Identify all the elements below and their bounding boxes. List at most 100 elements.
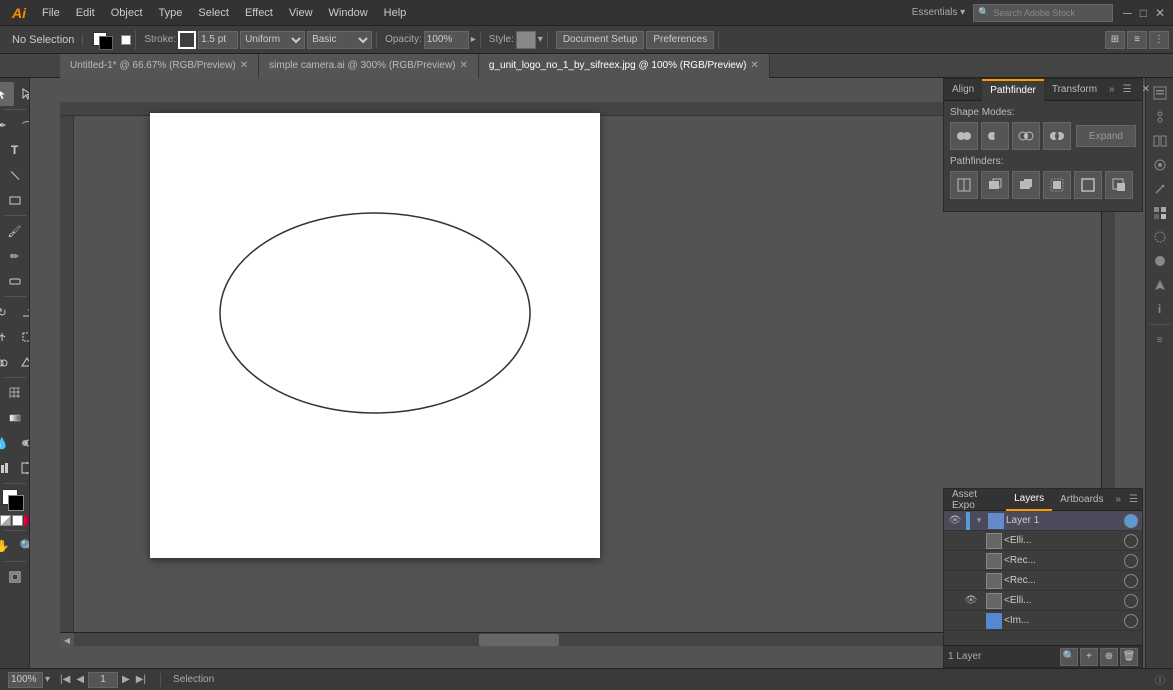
exclude-btn[interactable] [1043, 122, 1071, 150]
status-info-icon[interactable]: ⓘ [1155, 672, 1165, 687]
intersect-btn[interactable] [1012, 122, 1040, 150]
sublayer-im-visibility[interactable] [962, 612, 980, 630]
expand-button[interactable]: Expand [1076, 125, 1136, 147]
sublayer-rec1-circle[interactable] [1124, 554, 1138, 568]
white-color-icon[interactable] [12, 515, 23, 526]
trim-btn[interactable] [981, 171, 1009, 199]
sublayer-rec2-visibility[interactable] [962, 572, 980, 590]
free-transform-tool-btn[interactable] [15, 325, 30, 349]
tab-close-logo[interactable]: ✕ [750, 60, 758, 71]
unite-btn[interactable] [950, 122, 978, 150]
hand-tool-btn[interactable]: ✋ [0, 534, 14, 558]
color-boxes[interactable] [2, 489, 28, 511]
zoom-dropdown-icon[interactable]: ▾ [45, 674, 50, 685]
layer-1-row[interactable]: 👁 ▾ Layer 1 [944, 511, 1142, 531]
sublayer-elli2-row[interactable]: 👁 <Elli... [944, 591, 1142, 611]
sublayer-rec2-circle[interactable] [1124, 574, 1138, 588]
menu-window[interactable]: Window [321, 5, 376, 21]
first-artboard-btn[interactable]: |◀ [58, 674, 72, 685]
right-icon-2[interactable] [1149, 106, 1171, 128]
menu-object[interactable]: Object [103, 5, 151, 21]
opacity-more-icon[interactable]: ▸ [471, 34, 476, 45]
artboard-number-input[interactable] [88, 672, 118, 688]
pf-tab-transform[interactable]: Transform [1044, 79, 1105, 101]
gradient-tool-btn[interactable] [3, 406, 27, 430]
pf-tab-align[interactable]: Align [944, 79, 982, 101]
delete-layer-btn[interactable]: 🗑 [1120, 648, 1138, 666]
right-icon-collapse[interactable]: ≡ [1149, 329, 1171, 351]
mesh-tool-btn[interactable] [3, 381, 27, 405]
paintbrush-tool-btn[interactable]: 🖌 [3, 219, 27, 243]
more-options-btn[interactable]: ⋮ [1149, 31, 1169, 49]
minus-front-btn[interactable] [981, 122, 1009, 150]
sublayer-rec2-row[interactable]: <Rec... [944, 571, 1142, 591]
menu-view[interactable]: View [281, 5, 321, 21]
width-tool-btn[interactable] [0, 325, 14, 349]
outline-btn[interactable] [1074, 171, 1102, 199]
rotate-tool-btn[interactable]: ↻ [0, 300, 14, 324]
opacity-input[interactable] [424, 31, 469, 49]
menu-type[interactable]: Type [151, 5, 191, 21]
ly-tabs-menu-btn[interactable]: ☰ [1125, 494, 1142, 505]
panel-arrange-btn[interactable]: ⊞ [1105, 31, 1125, 49]
pen-tool-btn[interactable]: ✒ [0, 113, 14, 137]
new-sublayer-btn[interactable]: ⊕ [1100, 648, 1118, 666]
sublayer-elli2-visibility[interactable]: 👁 [962, 592, 980, 610]
find-layer-btn[interactable]: 🔍 [1060, 648, 1078, 666]
tab-close-camera[interactable]: ✕ [460, 60, 468, 71]
direct-select-tool-btn[interactable] [15, 82, 30, 106]
ly-tabs-more-btn[interactable]: » [1111, 494, 1125, 505]
sublayer-elli1-visibility[interactable] [962, 532, 980, 550]
sublayer-rec1-visibility[interactable] [962, 552, 980, 570]
blend-tool-btn[interactable] [15, 431, 30, 455]
right-icon-8[interactable] [1149, 250, 1171, 272]
h-scroll-left-btn[interactable]: ◀ [60, 633, 74, 647]
edit-artboard-btn[interactable] [3, 565, 27, 589]
pf-tab-pathfinder[interactable]: Pathfinder [982, 79, 1044, 101]
stroke-style-select[interactable]: Basic [307, 31, 372, 49]
h-scroll-track[interactable] [74, 633, 1087, 646]
right-icon-10[interactable]: i [1149, 298, 1171, 320]
eyedropper-tool-btn[interactable]: 💧 [0, 431, 14, 455]
curvature-tool-btn[interactable]: ⌒ [15, 113, 30, 137]
selection-tool-btn[interactable] [0, 82, 14, 106]
ly-tab-asset[interactable]: Asset Expo [944, 489, 1006, 511]
right-icon-4[interactable] [1149, 154, 1171, 176]
sublayer-elli2-circle[interactable] [1124, 594, 1138, 608]
scale-tool-btn[interactable] [15, 300, 30, 324]
menu-file[interactable]: File [34, 5, 68, 21]
menu-select[interactable]: Select [190, 5, 237, 21]
rect-tool-btn[interactable] [3, 188, 27, 212]
search-stock[interactable]: 🔍 Search Adobe Stock [973, 4, 1113, 22]
menu-effect[interactable]: Effect [237, 5, 281, 21]
right-icon-3[interactable] [1149, 130, 1171, 152]
right-icon-11[interactable] [1150, 324, 1170, 325]
crop-btn[interactable] [1043, 171, 1071, 199]
zoom-tool-btn[interactable]: 🔍 [15, 534, 30, 558]
divide-btn[interactable] [950, 171, 978, 199]
right-icon-9[interactable] [1149, 274, 1171, 296]
layer-1-visibility-toggle[interactable]: 👁 [946, 512, 964, 530]
style-dropdown-icon[interactable]: ▾ [538, 34, 543, 45]
essentials-dropdown[interactable]: Essentials ▾ [904, 7, 973, 18]
pf-close-btn[interactable]: ✕ [1138, 84, 1154, 95]
stroke-type-select[interactable]: Uniform [240, 31, 305, 49]
next-artboard-btn[interactable]: ▶ [120, 674, 132, 685]
preferences-button[interactable]: Preferences [646, 31, 714, 49]
document-setup-button[interactable]: Document Setup [556, 31, 645, 49]
tab-untitled[interactable]: Untitled-1* @ 66.67% (RGB/Preview) ✕ [60, 54, 259, 78]
pencil-tool-btn[interactable]: ✏ [3, 244, 27, 268]
menu-edit[interactable]: Edit [68, 5, 103, 21]
none-color-icon[interactable] [0, 515, 11, 526]
type-tool-btn[interactable]: T [3, 138, 27, 162]
ly-tab-layers[interactable]: Layers [1006, 489, 1052, 511]
pf-tabs-more-btn[interactable]: » [1105, 84, 1119, 95]
fill-stroke-icon[interactable] [91, 30, 117, 50]
new-layer-btn[interactable]: + [1080, 648, 1098, 666]
stroke-color-swatch[interactable] [178, 31, 196, 49]
sublayer-rec1-row[interactable]: <Rec... [944, 551, 1142, 571]
tab-logo[interactable]: g_unit_logo_no_1_by_sifreex.jpg @ 100% (… [479, 54, 770, 78]
style-swatch[interactable] [516, 31, 536, 49]
ly-tab-artboards[interactable]: Artboards [1052, 489, 1111, 511]
menu-help[interactable]: Help [376, 5, 415, 21]
